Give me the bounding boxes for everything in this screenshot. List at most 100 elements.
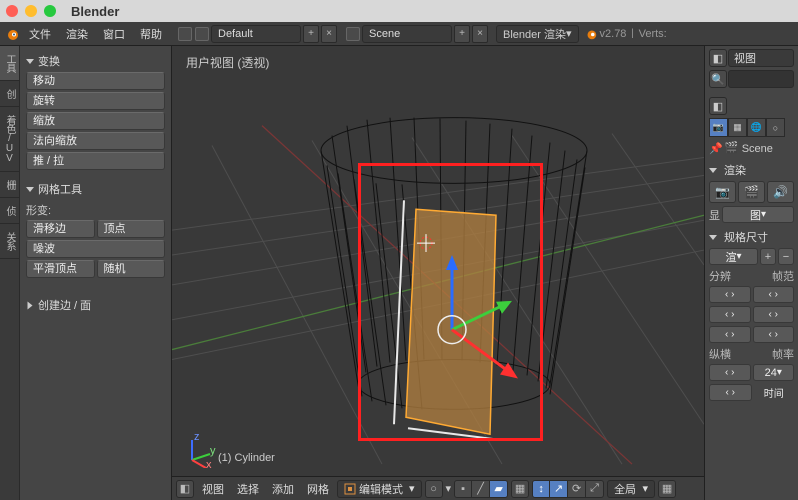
resolution-x-field[interactable]: ‹ › bbox=[709, 286, 751, 303]
limit-selection-icon[interactable]: ▦ bbox=[511, 480, 529, 498]
manipulator-group: ↕ ↗ ⟳ ⤢ bbox=[532, 480, 604, 498]
screen-layout-icon[interactable] bbox=[178, 27, 192, 41]
menu-window[interactable]: 窗口 bbox=[96, 24, 132, 44]
pin-icon[interactable]: 📌 bbox=[709, 142, 723, 155]
viewport-header: ◧ 视图 选择 添加 网格 编辑模式▾ ○ ▾ ▪ ╱ ▰ ▦ ↕ ↗ ⟳ ⤢ bbox=[172, 476, 704, 500]
app-title: Blender bbox=[71, 4, 119, 19]
toolshelf: 工具 创 着色/UV 栅 侦 关系 变换 移动 旋转 缩放 法向缩放 推 / 拉… bbox=[0, 46, 172, 500]
context-renderlayers-icon[interactable]: ▦ bbox=[728, 118, 747, 137]
frame-step-field[interactable]: ‹ › bbox=[753, 326, 795, 343]
window-titlebar: Blender bbox=[0, 0, 798, 22]
aspect-x-field[interactable]: ‹ › bbox=[709, 364, 751, 381]
mini-axis-icon: z y x bbox=[180, 432, 216, 468]
close-window-button[interactable] bbox=[6, 5, 18, 17]
toolshelf-tab-create[interactable]: 创 bbox=[0, 81, 19, 107]
version-stats: v2.78 | Verts: bbox=[584, 27, 667, 41]
render-engine-dropdown[interactable]: Blender 渲染▾ bbox=[496, 25, 579, 43]
menu-file[interactable]: 文件 bbox=[22, 24, 58, 44]
toolshelf-tab-tools[interactable]: 工具 bbox=[0, 46, 19, 81]
viewport-3d[interactable]: 用户视图 (透视) z y x (1) Cylinder ◧ 视图 选择 添加 … bbox=[172, 46, 704, 500]
framerate-label: 帧率 bbox=[772, 346, 794, 362]
display-mode-dropdown[interactable]: 图 ▾ bbox=[722, 206, 794, 223]
maximize-window-button[interactable] bbox=[44, 5, 56, 17]
toolshelf-tab-shading[interactable]: 着色/UV bbox=[0, 107, 19, 172]
properties-type-icon[interactable]: ◧ bbox=[709, 97, 727, 115]
frame-end-field[interactable]: ‹ › bbox=[753, 306, 795, 323]
manipulator-scale-icon[interactable]: ⤢ bbox=[586, 480, 604, 498]
mode-dropdown[interactable]: 编辑模式▾ bbox=[337, 480, 422, 498]
svg-text:y: y bbox=[210, 445, 216, 457]
scale-button[interactable]: 缩放 bbox=[26, 112, 165, 130]
randomize-button[interactable]: 随机 bbox=[97, 260, 166, 278]
datablock-scene-label: Scene bbox=[742, 143, 773, 155]
screen-layout-field[interactable]: Default bbox=[211, 25, 301, 43]
toolshelf-tab-relations[interactable]: 关系 bbox=[0, 224, 19, 259]
outliner-search-icon[interactable]: 🔍 bbox=[709, 70, 727, 88]
manipulator-translate-icon[interactable]: ↗ bbox=[550, 480, 568, 498]
viewport-canvas[interactable] bbox=[172, 46, 704, 476]
editor-type-icon[interactable]: ◧ bbox=[176, 480, 194, 498]
scene-field[interactable]: Scene bbox=[362, 25, 452, 43]
layout-add-button[interactable]: + bbox=[303, 25, 319, 43]
vh-mesh-menu[interactable]: 网格 bbox=[302, 479, 334, 499]
render-image-button[interactable]: 📷 bbox=[709, 181, 736, 203]
menu-help[interactable]: 帮助 bbox=[133, 24, 169, 44]
panel-meshtools-header[interactable]: 网格工具 bbox=[26, 178, 165, 200]
context-render-icon[interactable]: 📷 bbox=[709, 118, 728, 137]
toolshelf-tabs: 工具 创 着色/UV 栅 侦 关系 bbox=[0, 46, 20, 500]
noise-button[interactable]: 噪波 bbox=[26, 240, 165, 258]
scene-remove-button[interactable]: × bbox=[472, 25, 488, 43]
toolshelf-tab-options[interactable]: 侦 bbox=[0, 198, 19, 224]
aspect-y-field[interactable]: ‹ › bbox=[709, 384, 752, 401]
render-panel-header[interactable]: 渲染 bbox=[709, 159, 794, 181]
smooth-vertex-button[interactable]: 平滑顶点 bbox=[26, 260, 95, 278]
shading-mode-icon[interactable]: ○ bbox=[425, 480, 443, 498]
push-pull-button[interactable]: 推 / 拉 bbox=[26, 152, 165, 170]
preset-remove-button[interactable]: − bbox=[778, 248, 794, 265]
translate-button[interactable]: 移动 bbox=[26, 72, 165, 90]
info-header: 文件 渲染 窗口 帮助 Default + × Scene + × Blende… bbox=[0, 22, 798, 46]
properties-panel: ◧ 视图 🔍 ◧ 📷 ▦ 🌐 ○ 📌 🎬 Scene 渲染 📷 🎬 🔊 bbox=[704, 46, 798, 500]
svg-text:z: z bbox=[194, 432, 200, 443]
select-edge-icon[interactable]: ╱ bbox=[472, 480, 490, 498]
fps-dropdown[interactable]: 24 ▾ bbox=[753, 364, 795, 381]
render-preset-dropdown[interactable]: 渲 ▾ bbox=[709, 248, 758, 265]
vh-select-menu[interactable]: 选择 bbox=[232, 479, 264, 499]
time-remap-label: 时间 bbox=[754, 384, 795, 401]
outliner-view-field[interactable]: 视图 bbox=[728, 49, 794, 67]
dimensions-panel-header[interactable]: 规格尺寸 bbox=[709, 226, 794, 248]
panel-transform-header[interactable]: 变换 bbox=[26, 50, 165, 72]
resolution-pct-field[interactable]: ‹ › bbox=[709, 326, 751, 343]
render-audio-button[interactable]: 🔊 bbox=[767, 181, 794, 203]
context-scene-icon[interactable]: 🌐 bbox=[747, 118, 766, 137]
resolution-y-field[interactable]: ‹ › bbox=[709, 306, 751, 323]
layout-remove-button[interactable]: × bbox=[321, 25, 337, 43]
edge-slide-button[interactable]: 滑移边 bbox=[26, 220, 95, 238]
minimize-window-button[interactable] bbox=[25, 5, 37, 17]
select-vertex-icon[interactable]: ▪ bbox=[454, 480, 472, 498]
outliner-search-input[interactable] bbox=[728, 70, 794, 88]
outliner-type-icon[interactable]: ◧ bbox=[709, 49, 727, 67]
context-world-icon[interactable]: ○ bbox=[766, 118, 785, 137]
vertex-slide-button[interactable]: 顶点 bbox=[97, 220, 166, 238]
toolshelf-tab-grease[interactable]: 栅 bbox=[0, 172, 19, 198]
resolution-label: 分辨 bbox=[709, 268, 731, 284]
layers-icon[interactable]: ▦ bbox=[658, 480, 676, 498]
screen-back-icon[interactable] bbox=[195, 27, 209, 41]
panel-create-edge-face[interactable]: 创建边 / 面 bbox=[26, 294, 165, 316]
vh-add-menu[interactable]: 添加 bbox=[267, 479, 299, 499]
scene-icon: 🎬 bbox=[725, 141, 740, 156]
manipulator-toggle-icon[interactable]: ↕ bbox=[532, 480, 550, 498]
scene-browse-icon[interactable] bbox=[346, 27, 360, 41]
select-face-icon[interactable]: ▰ bbox=[490, 480, 508, 498]
orientation-dropdown[interactable]: 全局▾ bbox=[607, 480, 655, 498]
manipulator-rotate-icon[interactable]: ⟳ bbox=[568, 480, 586, 498]
vh-view-menu[interactable]: 视图 bbox=[197, 479, 229, 499]
scene-add-button[interactable]: + bbox=[454, 25, 470, 43]
preset-add-button[interactable]: + bbox=[760, 248, 776, 265]
frame-start-field[interactable]: ‹ › bbox=[753, 286, 795, 303]
shrink-fatten-button[interactable]: 法向缩放 bbox=[26, 132, 165, 150]
menu-render[interactable]: 渲染 bbox=[59, 24, 95, 44]
rotate-button[interactable]: 旋转 bbox=[26, 92, 165, 110]
render-animation-button[interactable]: 🎬 bbox=[738, 181, 765, 203]
